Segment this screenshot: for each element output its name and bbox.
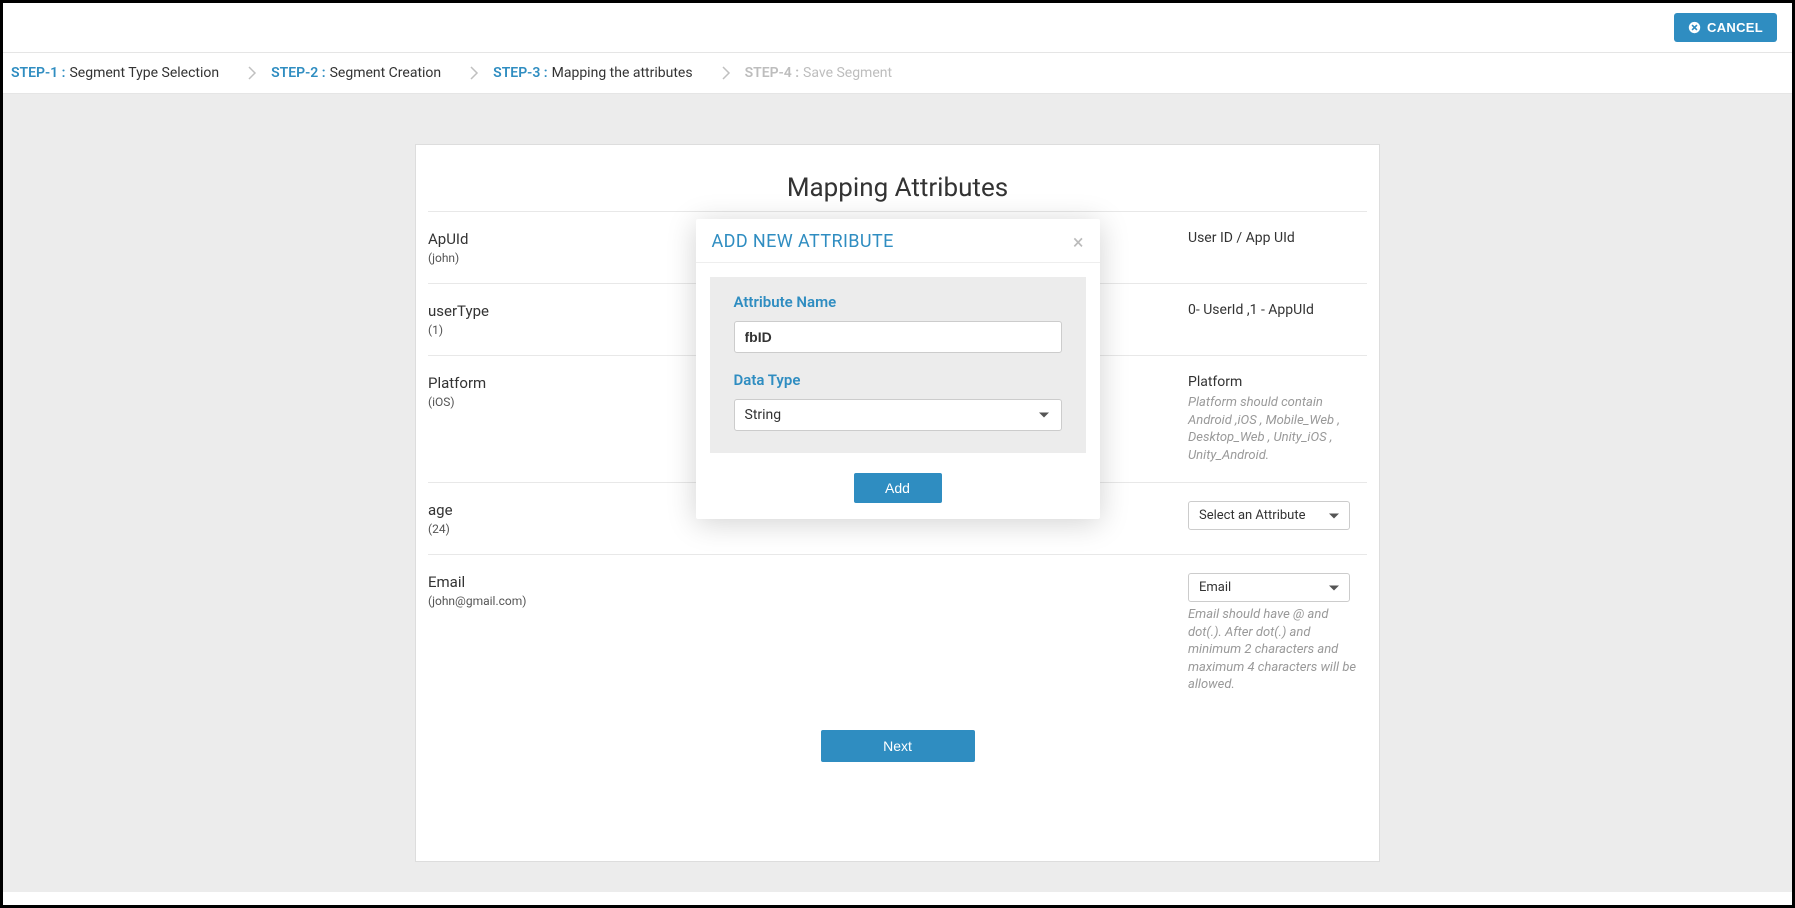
- attribute-row-email: Email (john@gmail.com) Email Email shoul…: [428, 554, 1367, 712]
- attribute-select-email[interactable]: Email: [1188, 573, 1350, 602]
- attribute-mapping-text: Platform: [1188, 374, 1363, 390]
- breadcrumb-step-prefix: STEP-1 :: [11, 65, 65, 81]
- attribute-mapping-text: User ID / App UId: [1188, 230, 1363, 246]
- breadcrumb-step-label: Segment Type Selection: [69, 65, 219, 81]
- breadcrumb-step-prefix: STEP-4 :: [745, 65, 799, 81]
- attribute-hint: Platform should contain Android ,iOS , M…: [1188, 394, 1363, 464]
- breadcrumb-step-prefix: STEP-2 :: [271, 65, 325, 81]
- breadcrumb-step-2[interactable]: STEP-2 : Segment Creation: [271, 65, 441, 81]
- modal-title: ADD NEW ATTRIBUTE: [712, 231, 894, 252]
- breadcrumb-step-1[interactable]: STEP-1 : Segment Type Selection: [11, 65, 219, 81]
- breadcrumb-step-4: STEP-4 : Save Segment: [745, 65, 893, 81]
- cancel-button[interactable]: CANCEL: [1674, 13, 1777, 42]
- breadcrumb-step-label: Save Segment: [803, 65, 892, 81]
- breadcrumb-step-prefix: STEP-3 :: [493, 65, 547, 81]
- breadcrumb-step-3[interactable]: STEP-3 : Mapping the attributes: [493, 65, 692, 81]
- attribute-select-age[interactable]: Select an Attribute: [1188, 501, 1350, 530]
- breadcrumb-step-label: Segment Creation: [330, 65, 442, 81]
- attribute-name-input[interactable]: [734, 321, 1062, 353]
- cancel-label: CANCEL: [1707, 20, 1763, 35]
- close-icon[interactable]: ×: [1073, 232, 1084, 252]
- breadcrumb: STEP-1 : Segment Type Selection STEP-2 :…: [3, 53, 1792, 94]
- data-type-select[interactable]: String: [734, 399, 1062, 431]
- data-type-label: Data Type: [734, 371, 1062, 389]
- mapping-card: Mapping Attributes ApUId (john) User ID …: [415, 144, 1380, 862]
- chevron-right-icon: [721, 66, 731, 80]
- attribute-sample: (john@gmail.com): [428, 594, 1188, 608]
- cancel-icon: [1688, 21, 1701, 34]
- breadcrumb-step-label: Mapping the attributes: [552, 65, 693, 81]
- attribute-name: Email: [428, 573, 1188, 591]
- attribute-mapping-text: 0- UserId ,1 - AppUId: [1188, 302, 1363, 318]
- select-value: Email: [1199, 580, 1231, 595]
- add-attribute-modal: ADD NEW ATTRIBUTE × Attribute Name Data …: [696, 219, 1100, 519]
- content-area: Mapping Attributes ApUId (john) User ID …: [3, 94, 1792, 892]
- add-button[interactable]: Add: [854, 473, 942, 503]
- card-title: Mapping Attributes: [416, 173, 1379, 203]
- attribute-name-label: Attribute Name: [734, 293, 1062, 311]
- select-value: Select an Attribute: [1199, 508, 1305, 523]
- chevron-right-icon: [247, 66, 257, 80]
- top-header: CANCEL: [3, 3, 1792, 53]
- chevron-right-icon: [469, 66, 479, 80]
- next-button[interactable]: Next: [821, 730, 975, 762]
- attribute-sample: (24): [428, 522, 1188, 536]
- attribute-hint: Email should have @ and dot(.). After do…: [1188, 606, 1363, 694]
- select-value: String: [745, 407, 782, 423]
